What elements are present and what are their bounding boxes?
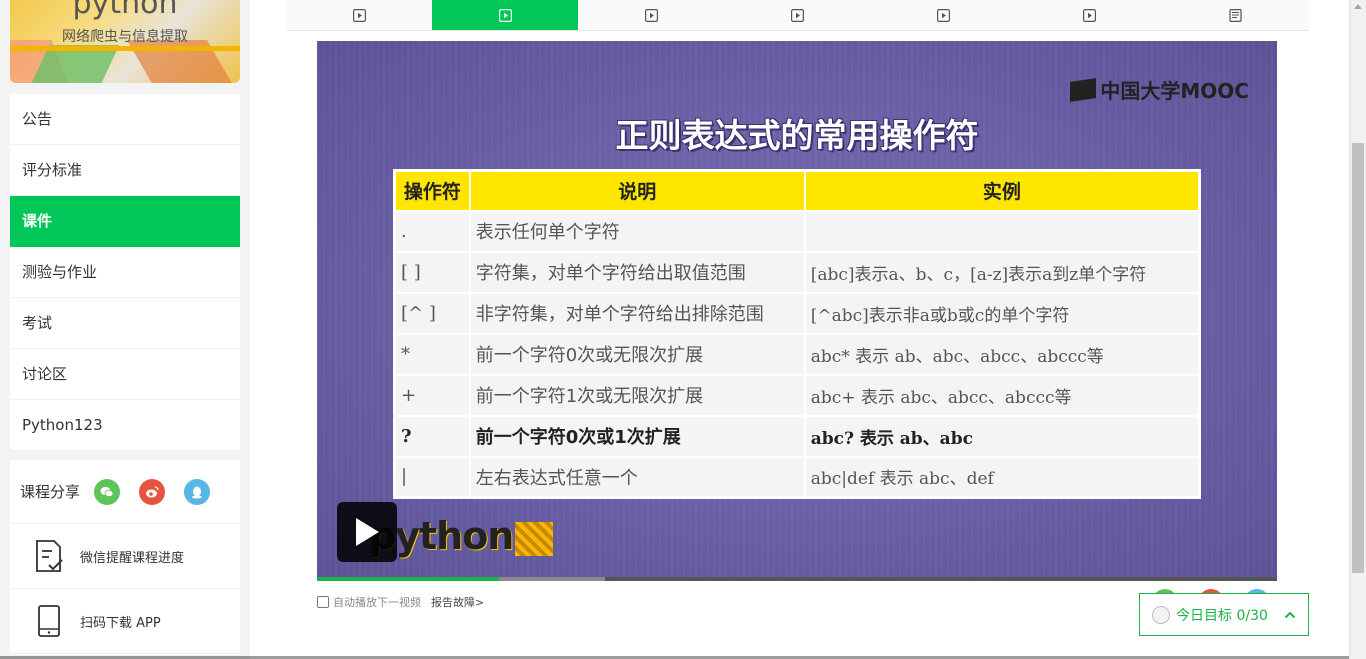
unit-tab-video[interactable]: [871, 0, 1017, 30]
report-issue-link[interactable]: 报告故障>: [431, 594, 484, 610]
mooc-logo: 中国大学MOOC: [1070, 75, 1249, 104]
description-cell: 前一个字符0次或1次扩展: [468, 414, 806, 458]
share-row: 课程分享: [10, 460, 240, 524]
operator-cell: [ ]: [393, 250, 471, 294]
operator-cell: ?: [393, 414, 471, 458]
banner-stripe: [10, 46, 240, 51]
column-header: 实例: [803, 169, 1201, 212]
table-row: * 前一个字符0次或无限次扩展 abc* 表示 ab、abc、abcc、abcc…: [393, 332, 1201, 376]
download-app-row[interactable]: 扫码下载 APP: [10, 589, 240, 654]
qq-icon[interactable]: [184, 478, 211, 505]
main-panel: 中国大学MOOC 正则表达式的常用操作符 操作符 说明 实例 . 表示任何单个字…: [250, 0, 1349, 659]
description-cell: 字符集，对单个字符给出取值范围: [468, 250, 806, 294]
video-icon: [352, 8, 366, 22]
unit-tab-video-active[interactable]: [432, 0, 579, 30]
operator-cell: +: [393, 373, 471, 417]
weibo-icon[interactable]: [139, 478, 166, 505]
wechat-reminder-row[interactable]: 微信提醒课程进度: [10, 524, 240, 589]
checklist-icon: [36, 540, 63, 572]
operator-cell: [^ ]: [393, 291, 471, 335]
table-row: [ ] 字符集，对单个字符给出取值范围 [abc]表示a、b、c，[a-z]表示…: [393, 250, 1201, 294]
table-row: | 左右表达式任意一个 abc|def 表示 abc、def: [393, 455, 1201, 499]
goal-progress-circle: [1152, 605, 1170, 624]
video-icon: [790, 8, 804, 22]
sidebar-item-discussion[interactable]: 讨论区: [10, 349, 240, 400]
share-label: 课程分享: [20, 483, 81, 501]
operator-cell: |: [393, 455, 471, 499]
example-cell: [^abc]表示非a或b或c的单个字符: [803, 291, 1201, 335]
play-icon: [356, 518, 379, 546]
sidebar-item-exam[interactable]: 考试: [10, 298, 240, 349]
column-header: 操作符: [393, 169, 471, 212]
unit-tab-video[interactable]: [724, 0, 870, 30]
sidebar-item-courseware[interactable]: 课件: [10, 196, 240, 247]
python-watermark-box: [515, 521, 554, 556]
table-header-row: 操作符 说明 实例: [393, 169, 1201, 212]
sidebar-item-announcements[interactable]: 公告: [10, 94, 240, 145]
video-icon: [937, 8, 951, 22]
document-icon: [1229, 8, 1243, 22]
video-icon: [644, 8, 658, 22]
example-cell: [803, 209, 1201, 253]
autoplay-label[interactable]: 自动播放下一视频: [333, 594, 421, 610]
operator-cell: .: [393, 209, 471, 253]
wechat-reminder-label: 微信提醒课程进度: [80, 550, 185, 566]
scrollbar-thumb[interactable]: [1352, 143, 1364, 573]
description-cell: 非字符集，对单个字符给出排除范围: [468, 291, 806, 335]
table-row: + 前一个字符1次或无限次扩展 abc+ 表示 abc、abcc、abccc等: [393, 373, 1201, 417]
course-banner-title: python: [72, 0, 178, 21]
example-cell: abc? 表示 ab、abc: [803, 414, 1201, 458]
example-cell: [abc]表示a、b、c，[a-z]表示a到z单个字符: [803, 250, 1201, 294]
unit-tab-video[interactable]: [286, 0, 432, 30]
course-nav: 公告 评分标准 课件 测验与作业 考试 讨论区 Python123: [10, 94, 240, 451]
unit-tabs: [286, 0, 1309, 31]
book-icon: [1070, 77, 1097, 102]
video-options: 自动播放下一视频 报告故障>: [317, 594, 484, 610]
description-cell: 前一个字符1次或无限次扩展: [468, 373, 806, 417]
example-cell: abc* 表示 ab、abc、abcc、abccc等: [803, 332, 1201, 376]
description-cell: 左右表达式任意一个: [468, 455, 806, 499]
phone-icon: [38, 605, 60, 637]
scroll-up-arrow[interactable]: [1354, 4, 1362, 9]
page-scrollbar[interactable]: [1349, 0, 1366, 659]
description-cell: 表示任何单个字符: [468, 209, 806, 253]
example-cell: abc|def 表示 abc、def: [803, 455, 1201, 499]
video-player[interactable]: 中国大学MOOC 正则表达式的常用操作符 操作符 说明 实例 . 表示任何单个字…: [317, 41, 1277, 580]
video-progress-bar[interactable]: [317, 577, 1277, 581]
download-app-label: 扫码下载 APP: [80, 615, 161, 631]
video-icon: [1083, 8, 1097, 22]
video-icon: [498, 8, 512, 22]
daily-goal-widget[interactable]: 今日目标 0/30: [1139, 593, 1309, 636]
slide-title: 正则表达式的常用操作符: [615, 116, 979, 155]
wechat-icon[interactable]: [94, 478, 121, 505]
example-cell: abc+ 表示 abc、abcc、abccc等: [803, 373, 1201, 417]
share-panel: 课程分享 微信提醒课程进度 扫码下载 APP: [10, 460, 240, 655]
progress-played: [317, 577, 500, 581]
column-header: 说明: [468, 169, 806, 212]
unit-tab-video[interactable]: [1017, 0, 1163, 30]
daily-goal-label: 今日目标 0/30: [1176, 607, 1268, 624]
sidebar-item-python123[interactable]: Python123: [10, 400, 240, 451]
unit-tab-document[interactable]: [1163, 0, 1309, 30]
autoplay-checkbox[interactable]: [317, 596, 329, 608]
table-row: [^ ] 非字符集，对单个字符给出排除范围 [^abc]表示非a或b或c的单个字…: [393, 291, 1201, 335]
mooc-logo-text: 中国大学MOOC: [1100, 79, 1249, 103]
unit-tab-video[interactable]: [578, 0, 724, 30]
operator-table: 操作符 说明 实例 . 表示任何单个字符 [ ] 字符集，对单个字符给出取值范围…: [393, 169, 1201, 499]
table-row: ? 前一个字符0次或1次扩展 abc? 表示 ab、abc: [393, 414, 1201, 458]
operator-cell: *: [393, 332, 471, 376]
table-row: . 表示任何单个字符: [393, 209, 1201, 253]
sidebar-item-grading[interactable]: 评分标准: [10, 145, 240, 196]
course-banner[interactable]: python 网络爬虫与信息提取: [10, 0, 240, 83]
sidebar-item-quizzes[interactable]: 测验与作业: [10, 247, 240, 298]
play-button[interactable]: [337, 502, 397, 562]
chevron-up-icon[interactable]: [1284, 610, 1296, 620]
course-banner-subtitle: 网络爬虫与信息提取: [62, 29, 188, 45]
description-cell: 前一个字符0次或无限次扩展: [468, 332, 806, 376]
